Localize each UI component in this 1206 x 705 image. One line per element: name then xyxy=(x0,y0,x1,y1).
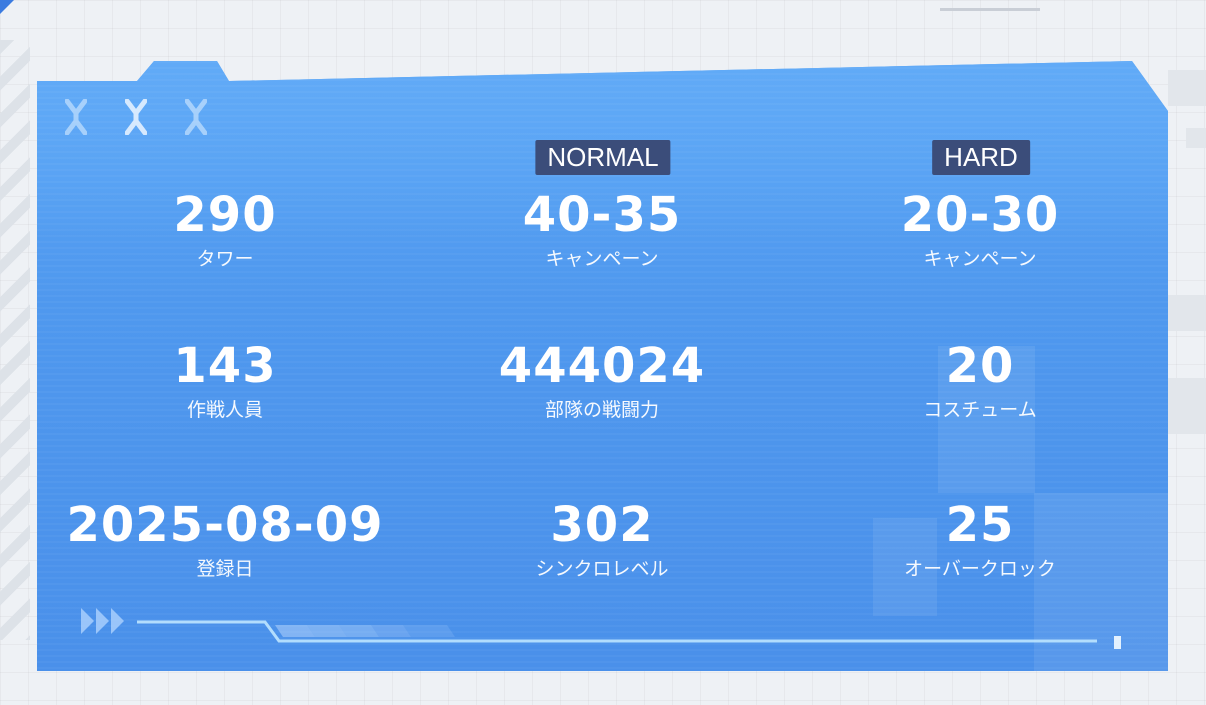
progress-line-decoration xyxy=(137,620,1121,649)
background-stripes xyxy=(0,40,30,640)
corner-mark xyxy=(0,0,14,14)
background-line xyxy=(940,8,1040,11)
profile-stats-panel: NORMAL HARD 290 タワー 40-35 キャンペーン 20-30 キ… xyxy=(37,61,1168,671)
background-block xyxy=(1168,378,1206,434)
background-block xyxy=(1168,295,1206,331)
background-block xyxy=(1168,70,1206,106)
background-block xyxy=(1186,128,1206,148)
